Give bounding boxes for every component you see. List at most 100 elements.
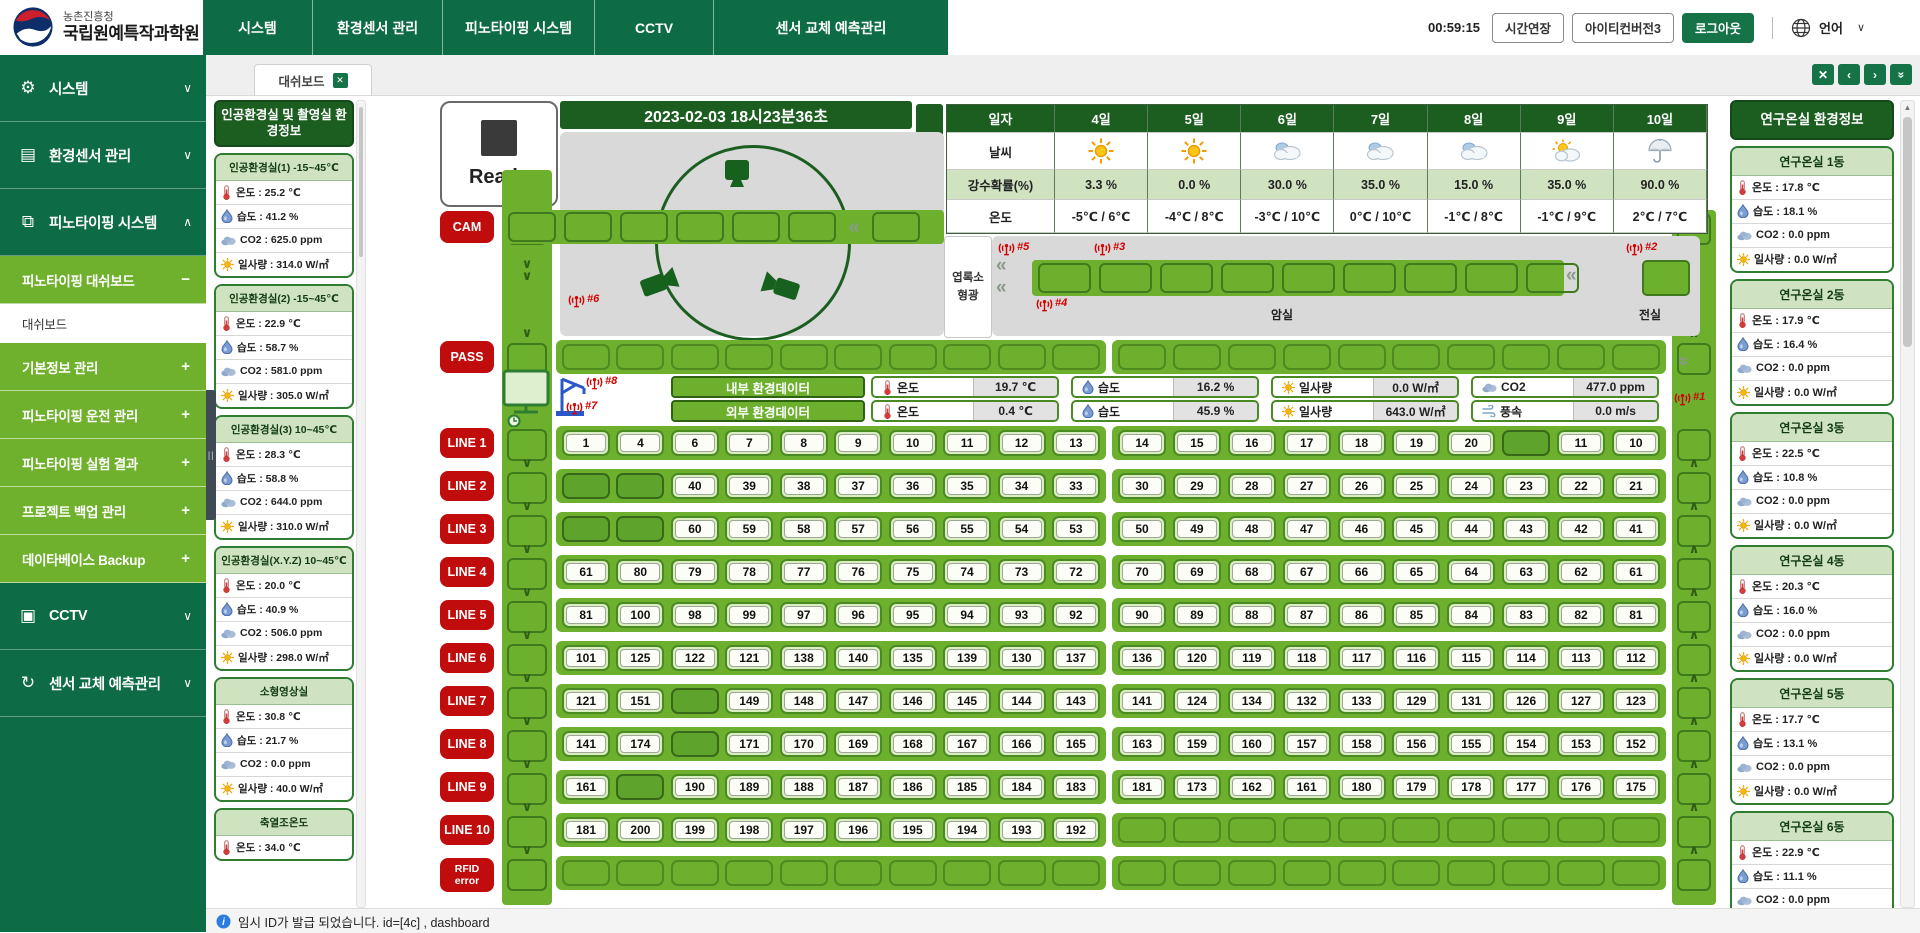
pot-cell[interactable]: 101: [562, 645, 610, 671]
pot-cell[interactable]: 34: [998, 473, 1046, 499]
pot-cell[interactable]: 64: [1447, 559, 1495, 585]
pot-cell[interactable]: 118: [1283, 645, 1331, 671]
pot-cell[interactable]: 197: [780, 817, 828, 843]
pot-cell[interactable]: 119: [1228, 645, 1276, 671]
pot-cell[interactable]: 54: [998, 516, 1046, 542]
window-collapse-icon[interactable]: »: [1890, 64, 1912, 85]
line-button-9[interactable]: LINE 9: [440, 772, 494, 802]
pot-cell[interactable]: 138: [780, 645, 828, 671]
pot-cell[interactable]: 167: [943, 731, 991, 757]
sidebar-item[interactable]: ⚙시스템∨: [0, 55, 206, 122]
window-next-icon[interactable]: ›: [1864, 64, 1886, 85]
pot-cell[interactable]: 122: [671, 645, 719, 671]
pot-cell[interactable]: 97: [780, 602, 828, 628]
pot-cell[interactable]: 99: [725, 602, 773, 628]
pot-cell[interactable]: 58: [780, 516, 828, 542]
pot-cell[interactable]: 100: [616, 602, 664, 628]
pot-cell[interactable]: 39: [725, 473, 773, 499]
pot-cell[interactable]: 41: [1612, 516, 1660, 542]
pot-cell[interactable]: 55: [943, 516, 991, 542]
line-button-10[interactable]: LINE 10: [440, 815, 494, 845]
pot-cell[interactable]: 42: [1557, 516, 1605, 542]
pot-cell[interactable]: 11: [943, 430, 991, 456]
pot-cell[interactable]: 18: [1338, 430, 1386, 456]
logout-button[interactable]: 로그아웃: [1682, 13, 1754, 43]
extend-time-button[interactable]: 시간연장: [1492, 13, 1564, 43]
pot-cell[interactable]: 74: [943, 559, 991, 585]
pot-cell[interactable]: 87: [1283, 602, 1331, 628]
pot-cell[interactable]: 152: [1612, 731, 1660, 757]
line-button-7[interactable]: LINE 7: [440, 686, 494, 716]
pot-cell[interactable]: 61: [562, 559, 610, 585]
line-button-5[interactable]: LINE 5: [440, 600, 494, 630]
pot-cell[interactable]: 125: [616, 645, 664, 671]
pot-cell[interactable]: 165: [1052, 731, 1100, 757]
pot-cell[interactable]: 114: [1502, 645, 1550, 671]
pot-cell[interactable]: 98: [671, 602, 719, 628]
pot-cell[interactable]: 187: [834, 774, 882, 800]
pot-cell[interactable]: 153: [1557, 731, 1605, 757]
pot-cell-empty[interactable]: [671, 688, 719, 714]
pot-cell[interactable]: 185: [943, 774, 991, 800]
pot-cell[interactable]: 136: [1118, 645, 1166, 671]
pot-cell[interactable]: 22: [1557, 473, 1605, 499]
pot-cell[interactable]: 140: [834, 645, 882, 671]
pot-cell[interactable]: 157: [1283, 731, 1331, 757]
language-label[interactable]: 언어: [1819, 18, 1843, 37]
window-close-icon[interactable]: ✕: [1812, 64, 1834, 85]
pot-cell[interactable]: 47: [1283, 516, 1331, 542]
pot-cell[interactable]: 43: [1502, 516, 1550, 542]
pot-cell[interactable]: 141: [562, 731, 610, 757]
pot-cell[interactable]: 15: [1173, 430, 1221, 456]
pot-cell[interactable]: 127: [1557, 688, 1605, 714]
pot-cell[interactable]: 115: [1447, 645, 1495, 671]
pot-cell[interactable]: 195: [889, 817, 937, 843]
it-conversion-button[interactable]: 아이티컨버전3: [1572, 13, 1674, 43]
pot-cell[interactable]: 166: [998, 731, 1046, 757]
pot-cell[interactable]: 173: [1173, 774, 1221, 800]
pot-cell[interactable]: 16: [1228, 430, 1276, 456]
pot-cell[interactable]: 6: [671, 430, 719, 456]
pot-cell[interactable]: 129: [1392, 688, 1440, 714]
pot-cell[interactable]: 14: [1118, 430, 1166, 456]
pot-cell[interactable]: 123: [1612, 688, 1660, 714]
line-button-6[interactable]: LINE 6: [440, 643, 494, 673]
pot-cell[interactable]: 193: [998, 817, 1046, 843]
pot-cell[interactable]: 48: [1228, 516, 1276, 542]
pot-cell[interactable]: 176: [1557, 774, 1605, 800]
pot-cell[interactable]: 194: [943, 817, 991, 843]
pot-cell-empty[interactable]: [616, 516, 664, 542]
sidebar-subitem[interactable]: 피노타이핑 실험 결과+: [0, 439, 206, 487]
tab-close-icon[interactable]: ✕: [333, 73, 348, 88]
pot-cell[interactable]: 143: [1052, 688, 1100, 714]
pot-cell[interactable]: 121: [725, 645, 773, 671]
pot-cell[interactable]: 181: [562, 817, 610, 843]
pot-cell[interactable]: 73: [998, 559, 1046, 585]
pot-cell[interactable]: 79: [671, 559, 719, 585]
pot-cell[interactable]: 65: [1392, 559, 1440, 585]
pot-cell[interactable]: 10: [1612, 430, 1660, 456]
pot-cell[interactable]: 149: [725, 688, 773, 714]
pot-cell[interactable]: 72: [1052, 559, 1100, 585]
pot-cell[interactable]: 81: [1612, 602, 1660, 628]
pot-cell[interactable]: 21: [1612, 473, 1660, 499]
pot-cell[interactable]: 40: [671, 473, 719, 499]
pot-cell[interactable]: 36: [889, 473, 937, 499]
pot-cell[interactable]: 158: [1338, 731, 1386, 757]
pot-cell[interactable]: 132: [1283, 688, 1331, 714]
pot-cell[interactable]: 137: [1052, 645, 1100, 671]
pot-cell[interactable]: 93: [998, 602, 1046, 628]
pot-cell[interactable]: 198: [725, 817, 773, 843]
pot-cell[interactable]: 169: [834, 731, 882, 757]
pot-cell-empty[interactable]: [562, 516, 610, 542]
pot-cell[interactable]: 77: [780, 559, 828, 585]
pot-cell[interactable]: 147: [834, 688, 882, 714]
window-prev-icon[interactable]: ‹: [1838, 64, 1860, 85]
pot-cell[interactable]: 188: [780, 774, 828, 800]
pot-cell[interactable]: 90: [1118, 602, 1166, 628]
pot-cell[interactable]: 116: [1392, 645, 1440, 671]
sidebar-subitem[interactable]: 기본정보 관리+: [0, 343, 206, 391]
globe-icon[interactable]: [1791, 18, 1811, 38]
pot-cell[interactable]: 27: [1283, 473, 1331, 499]
line-button-1[interactable]: LINE 1: [440, 428, 494, 458]
